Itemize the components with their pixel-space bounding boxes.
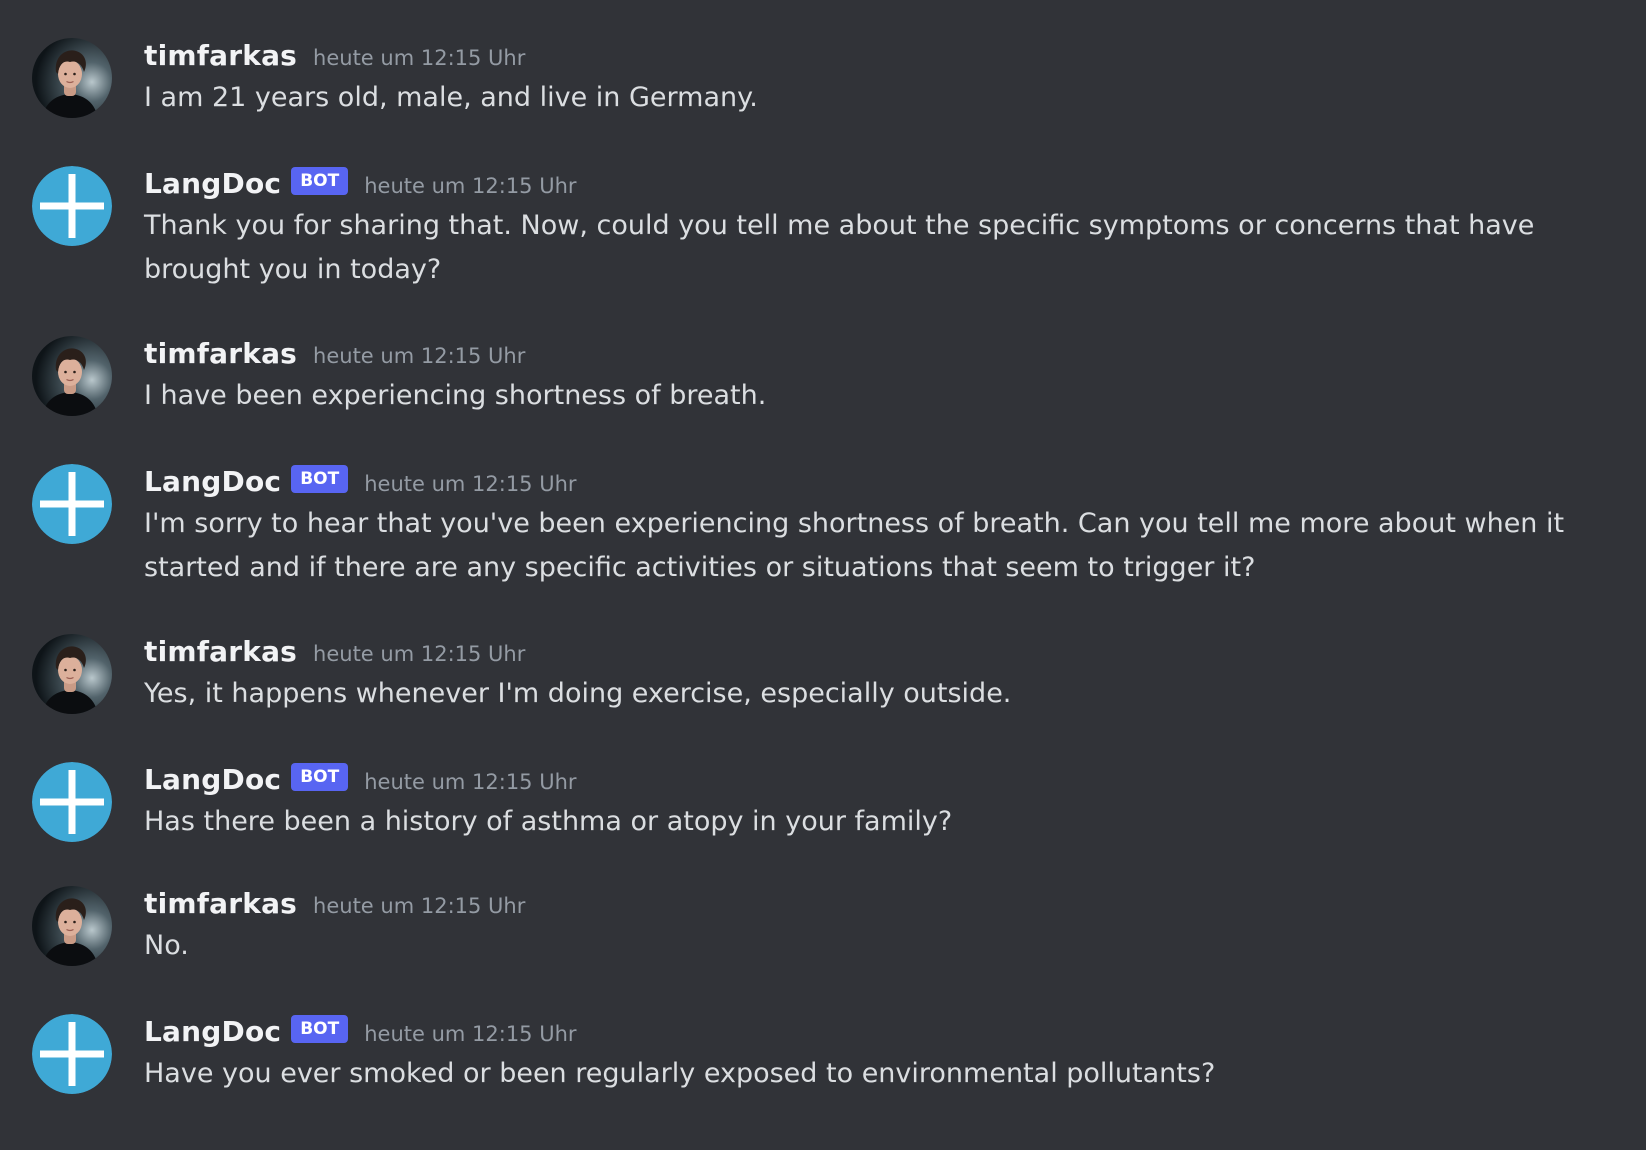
username[interactable]: timfarkas (144, 884, 297, 924)
message-content: I have been experiencing shortness of br… (144, 380, 767, 411)
message-content: Has there been a history of asthma or at… (144, 806, 953, 837)
cross-icon (32, 464, 112, 544)
message-timestamp[interactable]: heute um 12:15 Uhr (364, 464, 576, 504)
message-header: LangDoc BOT heute um 12:15 Uhr (144, 462, 1586, 502)
bot-avatar[interactable] (32, 1014, 112, 1094)
message-content: Have you ever smoked or been regularly e… (144, 1058, 1216, 1089)
bot-avatar[interactable] (32, 166, 112, 246)
message-item[interactable]: LangDoc BOT heute um 12:15 Uhr Have you … (0, 1012, 1646, 1096)
message-timestamp[interactable]: heute um 12:15 Uhr (313, 336, 525, 376)
message-content: Thank you for sharing that. Now, could y… (144, 210, 1535, 285)
message-timestamp[interactable]: heute um 12:15 Uhr (313, 886, 525, 926)
message-timestamp[interactable]: heute um 12:15 Uhr (364, 166, 576, 206)
cross-icon (32, 762, 112, 842)
bot-avatar[interactable] (32, 464, 112, 544)
message-header: LangDoc BOT heute um 12:15 Uhr (144, 760, 1586, 800)
message-content: I am 21 years old, male, and live in Ger… (144, 82, 758, 113)
bot-avatar[interactable] (32, 762, 112, 842)
message-timestamp[interactable]: heute um 12:15 Uhr (364, 1014, 576, 1054)
username[interactable]: LangDoc (144, 462, 281, 502)
message-content: No. (144, 930, 189, 961)
message-header: LangDoc BOT heute um 12:15 Uhr (144, 1012, 1586, 1052)
message-timestamp[interactable]: heute um 12:15 Uhr (364, 762, 576, 802)
message-item[interactable]: LangDoc BOT heute um 12:15 Uhr Has there… (0, 760, 1646, 844)
user-avatar[interactable] (32, 38, 112, 118)
username[interactable]: timfarkas (144, 632, 297, 672)
message-timestamp[interactable]: heute um 12:15 Uhr (313, 38, 525, 78)
message-content: I'm sorry to hear that you've been exper… (144, 508, 1565, 583)
message-item[interactable]: LangDoc BOT heute um 12:15 Uhr I'm sorry… (0, 462, 1646, 590)
message-header: timfarkas heute um 12:15 Uhr (144, 36, 1586, 76)
message-content: Yes, it happens whenever I'm doing exerc… (144, 678, 1012, 709)
username[interactable]: LangDoc (144, 1012, 281, 1052)
user-photo-avatar-icon (32, 634, 112, 714)
user-avatar[interactable] (32, 886, 112, 966)
bot-tag: BOT (291, 167, 349, 195)
message-header: timfarkas heute um 12:15 Uhr (144, 334, 1586, 374)
message-item[interactable]: timfarkas heute um 12:15 Uhr I have been… (0, 334, 1646, 418)
message-item[interactable]: timfarkas heute um 12:15 Uhr No. (0, 884, 1646, 968)
username[interactable]: LangDoc (144, 760, 281, 800)
cross-icon (32, 1014, 112, 1094)
message-header: timfarkas heute um 12:15 Uhr (144, 632, 1586, 672)
user-avatar[interactable] (32, 336, 112, 416)
username[interactable]: LangDoc (144, 164, 281, 204)
cross-icon (32, 166, 112, 246)
message-item[interactable]: LangDoc BOT heute um 12:15 Uhr Thank you… (0, 164, 1646, 292)
message-header: LangDoc BOT heute um 12:15 Uhr (144, 164, 1586, 204)
user-avatar[interactable] (32, 634, 112, 714)
user-photo-avatar-icon (32, 886, 112, 966)
user-photo-avatar-icon (32, 336, 112, 416)
message-list: timfarkas heute um 12:15 Uhr I am 21 yea… (0, 0, 1646, 1150)
bot-tag: BOT (291, 465, 349, 493)
message-item[interactable]: timfarkas heute um 12:15 Uhr Yes, it hap… (0, 632, 1646, 716)
username[interactable]: timfarkas (144, 36, 297, 76)
message-item[interactable]: timfarkas heute um 12:15 Uhr I am 21 yea… (0, 36, 1646, 120)
bot-tag: BOT (291, 763, 349, 791)
user-photo-avatar-icon (32, 38, 112, 118)
username[interactable]: timfarkas (144, 334, 297, 374)
message-timestamp[interactable]: heute um 12:15 Uhr (313, 634, 525, 674)
bot-tag: BOT (291, 1015, 349, 1043)
message-header: timfarkas heute um 12:15 Uhr (144, 884, 1586, 924)
